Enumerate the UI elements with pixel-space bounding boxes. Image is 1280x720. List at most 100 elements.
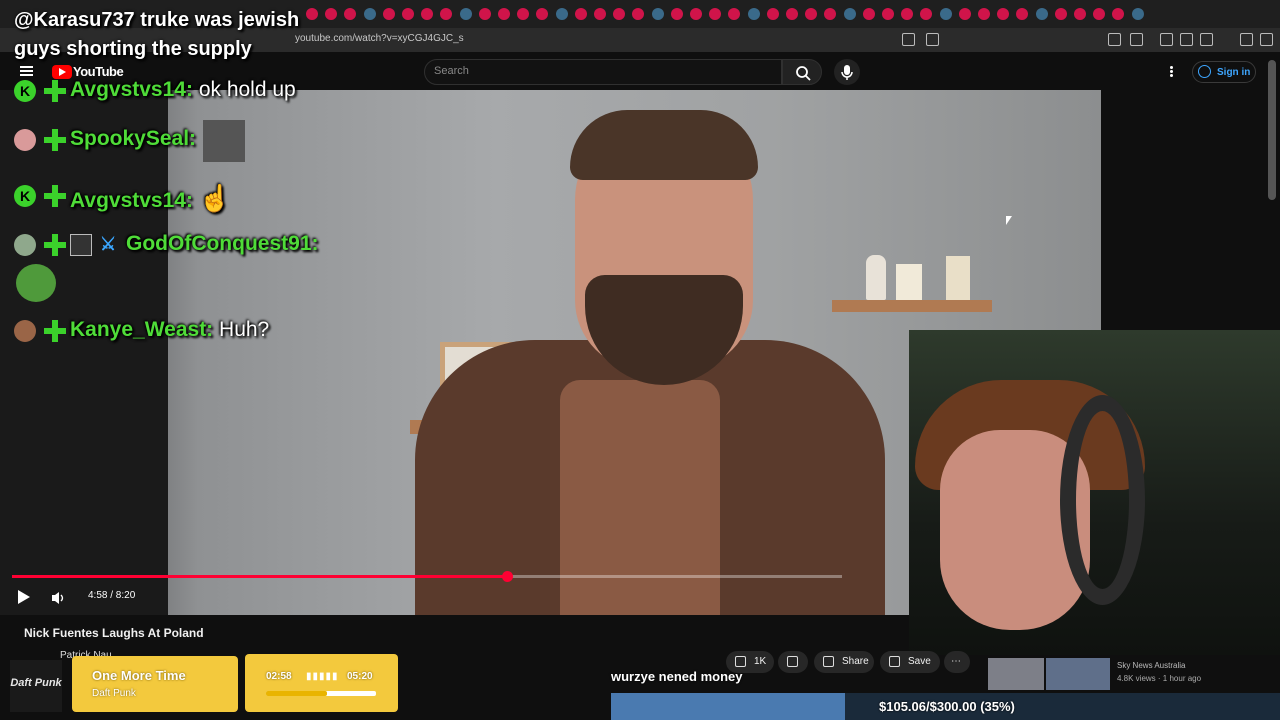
more-actions-button[interactable]: ⋯ xyxy=(944,651,970,673)
avatar xyxy=(14,129,36,151)
progress-scrubber-handle[interactable] xyxy=(502,571,513,582)
pointing-emoji: ☝ xyxy=(198,183,232,213)
media-icon[interactable] xyxy=(1160,33,1173,46)
tab-favicon-icon[interactable] xyxy=(843,8,856,20)
menu-icon[interactable] xyxy=(1260,33,1273,46)
chat-username: Avgvstvs14: xyxy=(70,189,193,212)
suggested-channel[interactable]: Sky News Australia xyxy=(1117,661,1185,670)
kick-badge-icon: K xyxy=(14,80,36,102)
speaker-shirt xyxy=(560,380,720,615)
tab-favicon-icon[interactable] xyxy=(1074,8,1086,20)
tab-favicon-icon[interactable] xyxy=(574,8,587,20)
suggested-video-thumbnail[interactable] xyxy=(1046,658,1110,690)
chat-username: Avgvstvs14: xyxy=(70,78,193,101)
search-placeholder: Search xyxy=(434,65,469,77)
screenshot-icon[interactable] xyxy=(1130,33,1143,46)
subscriber-badge-icon xyxy=(44,185,66,207)
play-icon[interactable] xyxy=(18,590,30,604)
video-left-shadow xyxy=(0,90,168,615)
account-icon xyxy=(1198,65,1211,78)
broken-badge-icon xyxy=(70,234,92,256)
tab-favicon-icon[interactable] xyxy=(1131,8,1144,20)
page-scrollbar[interactable] xyxy=(1268,60,1276,200)
more-options-icon[interactable] xyxy=(1170,66,1173,69)
subscriber-badge-icon xyxy=(44,80,66,102)
subscriber-badge-icon xyxy=(44,129,66,151)
share-icon xyxy=(823,656,834,667)
tab-favicon-icon[interactable] xyxy=(939,8,952,20)
tab-favicon-icon[interactable] xyxy=(478,8,491,20)
tab-favicon-icon[interactable] xyxy=(747,8,760,20)
microphone-icon xyxy=(841,65,853,80)
tts-alert-text: @Karasu737 truke was jewish guys shortin… xyxy=(14,9,300,60)
tab-favicon-icon[interactable] xyxy=(1054,8,1067,20)
vpn-icon[interactable] xyxy=(1240,33,1253,46)
tab-favicon-icon[interactable] xyxy=(786,8,798,20)
tab-favicon-icon[interactable] xyxy=(459,8,472,20)
tab-favicon-icon[interactable] xyxy=(402,8,414,20)
suggested-video-thumbnail[interactable] xyxy=(988,658,1044,690)
search-input[interactable] xyxy=(424,59,782,85)
tab-favicon-icon[interactable] xyxy=(651,8,664,20)
tab-favicon-icon[interactable] xyxy=(594,8,606,20)
voice-search-button[interactable] xyxy=(834,59,860,85)
sidebar-icon[interactable] xyxy=(1180,33,1193,46)
now-playing-progress-fill xyxy=(266,691,327,696)
extensions-icon[interactable] xyxy=(1108,33,1121,46)
donation-goal-fill xyxy=(611,693,845,720)
tab-favicon-icon[interactable] xyxy=(978,8,990,20)
tab-favicon-icon[interactable] xyxy=(862,8,875,20)
now-playing-elapsed: 02:58 xyxy=(266,671,292,682)
tab-favicon-icon[interactable] xyxy=(690,8,702,20)
speaker-hair xyxy=(570,110,758,180)
tab-favicon-icon[interactable] xyxy=(882,8,894,20)
time-display: 4:58 / 8:20 xyxy=(88,590,136,601)
donation-goal-text: $105.06/$300.00 (35%) xyxy=(879,699,1015,714)
share-page-icon[interactable] xyxy=(926,33,939,46)
progress-bar-fill xyxy=(12,575,507,578)
now-playing-time-box xyxy=(245,654,398,712)
tab-favicon-icon[interactable] xyxy=(363,8,376,20)
chat-message: GodOfConquest91: xyxy=(126,232,319,256)
emote-image xyxy=(203,120,245,162)
tab-favicon-icon[interactable] xyxy=(1035,8,1048,20)
search-icon xyxy=(796,66,811,81)
youtube-play-glyph-icon xyxy=(59,68,66,76)
tab-favicon-icon[interactable] xyxy=(958,8,971,20)
shelf-right xyxy=(832,300,992,312)
mouse-cursor-icon xyxy=(1006,216,1012,225)
volume-icon[interactable] xyxy=(51,591,65,604)
chat-message: Avgvstvs14: ok hold up xyxy=(70,78,296,102)
video-title: Nick Fuentes Laughs At Poland xyxy=(24,626,204,640)
cast-icon[interactable] xyxy=(902,33,915,46)
chat-message: Avgvstvs14: ☝ xyxy=(70,183,231,214)
equalizer-icon: ▮▮▮▮▮ xyxy=(306,671,339,682)
sword-badge-icon: ⚔ xyxy=(100,234,117,254)
vase xyxy=(866,255,886,300)
chat-username: SpookySeal: xyxy=(70,127,197,150)
kick-badge-icon: K xyxy=(14,185,36,207)
chat-text: ok hold up xyxy=(198,78,296,101)
chat-message: SpookySeal: xyxy=(70,127,196,151)
chat-text: Huh? xyxy=(219,318,270,341)
tab-favicon-icon[interactable] xyxy=(670,8,683,20)
subscriber-badge-icon xyxy=(44,234,66,256)
now-playing-title-box xyxy=(72,656,238,712)
hamburger-menu-icon[interactable] xyxy=(20,66,33,68)
tab-favicon-icon[interactable] xyxy=(382,8,395,20)
youtube-wordmark[interactable]: YouTube xyxy=(73,64,124,79)
thumbs-down-icon xyxy=(787,656,798,667)
suggested-meta: 4.8K views · 1 hour ago xyxy=(1117,674,1202,683)
tts-message: wurzye nened money xyxy=(611,669,743,684)
now-playing-total: 05:20 xyxy=(347,671,373,682)
tab-favicon-icon[interactable] xyxy=(498,8,510,20)
wallet-icon[interactable] xyxy=(1200,33,1213,46)
search-button[interactable] xyxy=(782,59,822,85)
avatar xyxy=(14,320,36,342)
headphones xyxy=(1060,395,1145,605)
now-playing-title: One More Time xyxy=(92,668,186,683)
chat-message: Kanye_Weast: Huh? xyxy=(70,318,269,342)
tab-favicon-icon[interactable] xyxy=(766,8,779,20)
tab-favicon-icon[interactable] xyxy=(555,8,568,20)
chat-username: Kanye_Weast: xyxy=(70,318,214,341)
